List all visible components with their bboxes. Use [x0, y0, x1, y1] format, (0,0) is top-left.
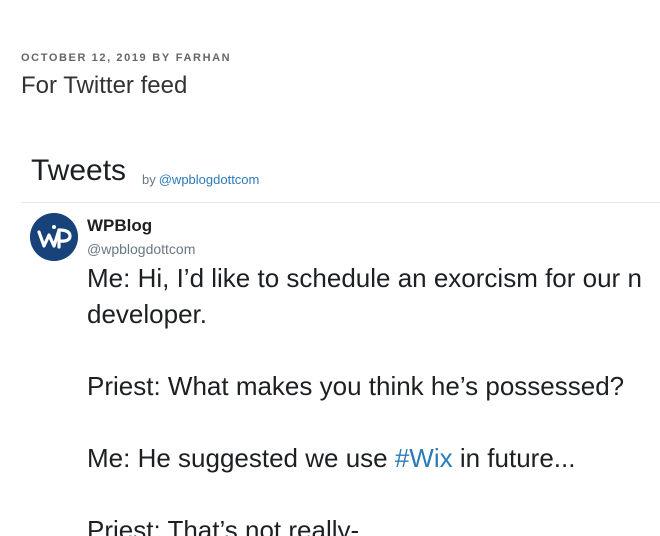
tweet-text-segment: Me: He suggested we use — [87, 443, 395, 473]
author-handle[interactable]: @wpblogdottcom — [87, 241, 195, 257]
post-by-label: BY — [152, 52, 171, 64]
timeline-title[interactable]: Tweets — [31, 154, 126, 188]
timeline-handle-link[interactable]: @wpblogdottcom — [159, 172, 260, 187]
tweet-line: Me: He suggested we use #Wix in future..… — [87, 440, 660, 476]
tweet-text-segment: in future... — [452, 443, 576, 473]
tweet-line: Me: Hi, I’d like to schedule an exorcism… — [87, 263, 642, 293]
page: OCTOBER 12, 2019 BY FARHAN For Twitter fee… — [0, 0, 660, 536]
tweet-line: developer. — [87, 299, 207, 329]
author-name[interactable]: WPBlog — [87, 216, 152, 236]
wpblog-logo-icon — [30, 213, 78, 261]
timeline-byline: by @wpblogdottcom — [142, 172, 259, 187]
timeline-header: Tweets by @wpblogdottcom — [21, 152, 660, 203]
timeline-by-label: by — [142, 172, 156, 187]
avatar[interactable] — [30, 213, 78, 261]
post-date[interactable]: OCTOBER 12, 2019 — [21, 52, 147, 64]
post-meta: OCTOBER 12, 2019 BY FARHAN — [21, 52, 231, 64]
hashtag-link[interactable]: #Wix — [395, 443, 453, 473]
post-title: For Twitter feed — [21, 72, 188, 99]
tweet-line: Priest: What makes you think he’s posses… — [87, 371, 625, 401]
tweet-line: Priest: That’s not really- — [87, 515, 360, 536]
post-author[interactable]: FARHAN — [176, 52, 231, 64]
tweet-text: Me: Hi, I’d like to schedule an exorcism… — [87, 260, 660, 536]
